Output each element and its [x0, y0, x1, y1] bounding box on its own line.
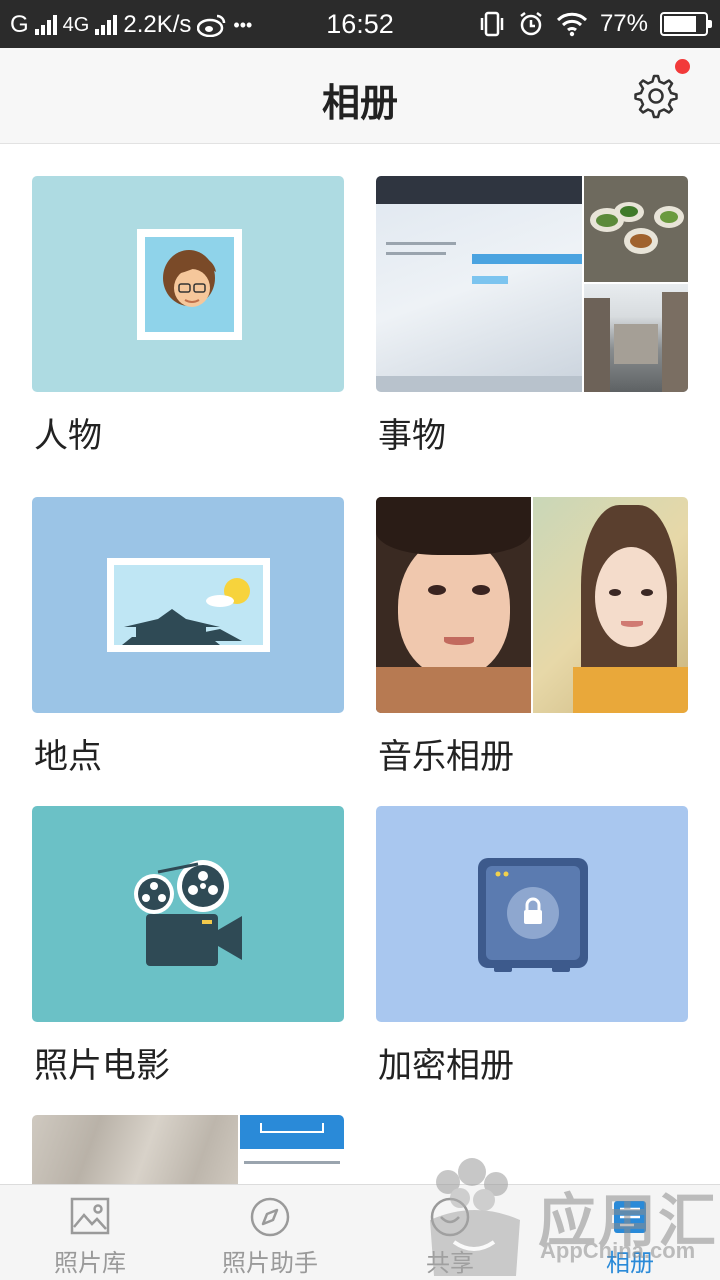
screen-photo — [376, 176, 582, 392]
album-things[interactable]: 事物 — [376, 176, 688, 456]
album-people[interactable]: 人物 — [32, 176, 344, 456]
status-right: 77% — [478, 10, 712, 38]
album-movie[interactable]: 照片电影 — [32, 806, 344, 1086]
album-places[interactable]: 地点 — [32, 497, 344, 777]
nav-label: 相册 — [606, 1249, 654, 1277]
movie-cover — [32, 806, 344, 1022]
album-label: 音乐相册 — [378, 737, 514, 777]
texture-photo — [32, 1115, 238, 1185]
album-label: 地点 — [34, 737, 102, 777]
nav-share[interactable]: 共享 — [360, 1185, 540, 1280]
album-partial[interactable] — [32, 1115, 344, 1185]
share-icon — [430, 1197, 470, 1237]
album-label: 人物 — [34, 416, 102, 456]
person-portrait-icon — [137, 229, 242, 340]
picture-icon — [70, 1197, 110, 1235]
album-encrypted[interactable]: 加密相册 — [376, 806, 688, 1086]
gear-icon[interactable] — [630, 70, 682, 122]
status-bar: G 4G 2.2K/s ••• 16:52 77% — [0, 0, 720, 48]
girl-photo-left — [376, 497, 531, 713]
vibrate-icon — [480, 11, 504, 37]
album-label: 加密相册 — [378, 1046, 514, 1086]
bottom-nav: 照片库 照片助手 共享 相册 — [0, 1184, 720, 1280]
partial-collage — [32, 1115, 344, 1185]
album-label: 照片电影 — [34, 1046, 170, 1086]
battery-percent: 77% — [599, 10, 648, 37]
compass-icon — [250, 1197, 290, 1237]
movie-projector-icon — [134, 860, 242, 966]
nav-label: 照片库 — [54, 1249, 126, 1277]
safe-lock-icon — [478, 858, 588, 972]
app-screen-photo — [240, 1115, 344, 1185]
page-title: 相册 — [321, 81, 398, 125]
album-label: 事物 — [378, 416, 446, 456]
girl-photo-right — [533, 497, 688, 713]
music-collage — [376, 497, 688, 713]
wifi-icon — [556, 12, 588, 37]
food-photo — [584, 176, 688, 282]
things-collage — [376, 176, 688, 392]
landmark-picture-icon — [107, 558, 270, 652]
battery-icon — [660, 12, 712, 36]
app-header: 相册 — [0, 48, 720, 144]
nav-albums[interactable]: 相册 — [540, 1185, 720, 1280]
album-music[interactable]: 音乐相册 — [376, 497, 688, 777]
nav-label: 照片助手 — [222, 1249, 318, 1277]
places-cover — [32, 497, 344, 713]
album-icon — [614, 1201, 646, 1233]
street-photo — [584, 284, 688, 392]
encrypted-cover — [376, 806, 688, 1022]
nav-photo-assistant[interactable]: 照片助手 — [180, 1185, 360, 1280]
nav-label: 共享 — [426, 1249, 474, 1277]
people-cover — [32, 176, 344, 392]
notification-dot — [675, 59, 690, 74]
alarm-icon — [520, 12, 542, 36]
nav-photo-library[interactable]: 照片库 — [0, 1185, 180, 1280]
